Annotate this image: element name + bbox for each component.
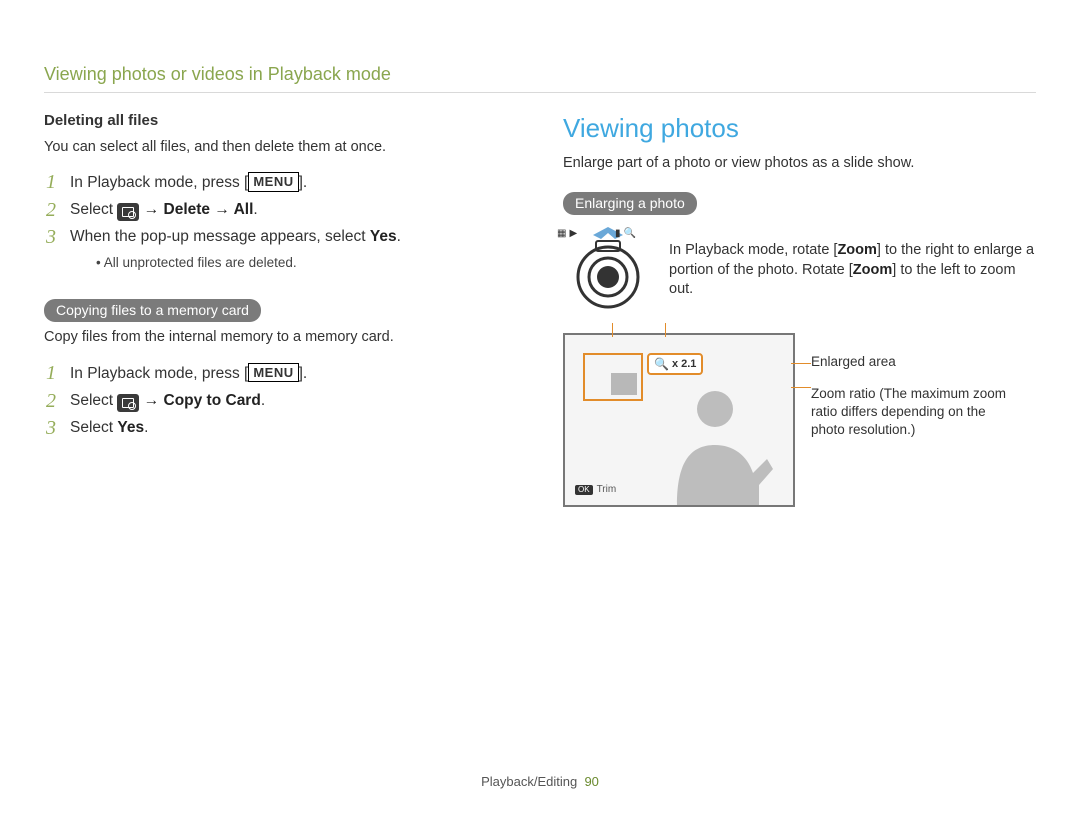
ok-icon: OK <box>575 485 593 496</box>
thumb-icon: ▦ <box>557 227 566 241</box>
enlarge-pill: Enlarging a photo <box>563 192 697 215</box>
divider <box>44 92 1036 93</box>
battery-icon: ▮ <box>615 227 621 241</box>
viewing-intro: Enlarge part of a photo or view photos a… <box>563 154 1036 174</box>
settings-folder-icon <box>117 394 139 412</box>
settings-folder-icon <box>117 203 139 221</box>
text: When the pop-up message appears, select <box>70 228 370 245</box>
zoom-ratio-badge: 🔍x 2.1 <box>647 353 703 375</box>
copy-pill: Copying files to a memory card <box>44 299 261 322</box>
text: . <box>397 228 401 245</box>
text-bold: Zoom <box>837 242 876 258</box>
callout-marker <box>612 323 613 337</box>
left-column: Deleting all files You can select all fi… <box>44 111 517 507</box>
person-silhouette-icon <box>649 373 781 505</box>
lcd-screen-illustration: 🔍x 2.1 OK Trim <box>563 333 795 507</box>
text-bold: → Delete → All <box>139 201 253 218</box>
play-icon: ▶ <box>569 227 577 241</box>
text-bold: Zoom <box>853 262 892 278</box>
menu-button-glyph: MENU <box>248 172 298 192</box>
magnifier-icon: 🔍 <box>623 227 635 241</box>
text: . <box>253 201 257 218</box>
text-bold: Yes <box>370 228 397 245</box>
enlarged-area-label: Enlarged area <box>811 353 1011 371</box>
menu-button-glyph: MENU <box>248 363 298 383</box>
callout-labels: Enlarged area Zoom ratio (The maximum zo… <box>811 333 1011 453</box>
chapter-label: Playback/Editing <box>481 774 577 789</box>
delete-heading: Deleting all files <box>44 111 517 131</box>
text: Select <box>70 392 117 409</box>
step: In Playback mode, press [MENU]. <box>44 360 517 388</box>
text: . <box>144 419 148 436</box>
viewing-photos-title: Viewing photos <box>563 111 1036 146</box>
text: ]. <box>299 365 308 382</box>
step: When the pop-up message appears, select … <box>44 224 517 275</box>
step: Select → Copy to Card. <box>44 388 517 415</box>
text: In Playback mode, press [ <box>70 174 248 191</box>
step: Select → Delete → All. <box>44 197 517 224</box>
trim-label: Trim <box>597 483 617 497</box>
zoom-wheel-illustration: ▦▶ ▮🔍 <box>563 227 653 315</box>
enlarged-area-frame <box>583 353 643 401</box>
zoom-instruction: In Playback mode, rotate [Zoom] to the r… <box>669 241 1036 300</box>
page-number: 90 <box>584 774 598 789</box>
leader-line <box>791 387 811 389</box>
text: ]. <box>299 174 308 191</box>
text: In Playback mode, press [ <box>70 365 248 382</box>
zoom-ratio-label: Zoom ratio (The maximum zoom ratio diffe… <box>811 385 1011 440</box>
text: Select <box>70 201 117 218</box>
zoom-badge-text: x 2.1 <box>672 357 696 372</box>
text: In Playback mode, rotate [ <box>669 242 837 258</box>
note: All unprotected files are deleted. <box>96 254 517 272</box>
text: . <box>261 392 265 409</box>
delete-intro: You can select all files, and then delet… <box>44 138 517 158</box>
right-column: Viewing photos Enlarge part of a photo o… <box>563 111 1036 507</box>
magnifier-icon: 🔍 <box>654 356 669 372</box>
text-bold: → Copy to Card <box>139 392 260 409</box>
callout-marker <box>665 323 666 337</box>
text: Select <box>70 419 117 436</box>
trim-indicator: OK Trim <box>575 483 616 497</box>
page-footer: Playback/Editing 90 <box>0 773 1080 791</box>
text-bold: Yes <box>117 419 144 436</box>
copy-steps: In Playback mode, press [MENU]. Select →… <box>44 360 517 442</box>
step: In Playback mode, press [MENU]. <box>44 169 517 197</box>
section-title: Viewing photos or videos in Playback mod… <box>44 62 1036 86</box>
delete-steps: In Playback mode, press [MENU]. Select →… <box>44 169 517 275</box>
leader-line <box>791 363 811 365</box>
copy-intro: Copy files from the internal memory to a… <box>44 328 517 348</box>
step: Select Yes. <box>44 415 517 442</box>
